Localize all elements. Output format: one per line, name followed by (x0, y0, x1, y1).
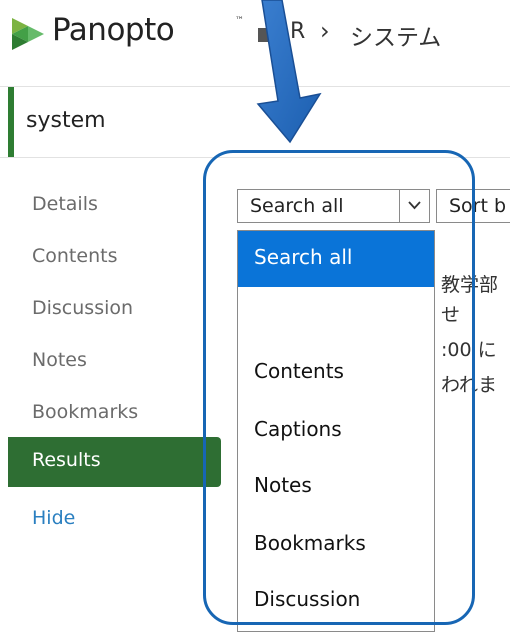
sidebar-item-label: Results (32, 449, 101, 471)
sidebar-item-contents[interactable]: Contents (32, 245, 117, 267)
sidebar-item-notes[interactable]: Notes (32, 349, 87, 371)
session-title: system (26, 108, 106, 133)
sidebar-item-discussion[interactable]: Discussion (32, 297, 133, 319)
title-accent-bar (8, 87, 14, 157)
annotation-highlight-box (203, 150, 475, 625)
sidebar-item-details[interactable]: Details (32, 193, 98, 215)
panopto-logo-icon (12, 18, 44, 50)
annotation-arrow-icon (256, 0, 322, 144)
hide-sidebar-link[interactable]: Hide (32, 507, 75, 529)
brand-name[interactable]: Panopto (52, 12, 175, 48)
breadcrumb-current[interactable]: システム (350, 18, 441, 52)
sidebar-item-results[interactable]: Results (8, 437, 221, 487)
sidebar-item-bookmarks[interactable]: Bookmarks (32, 401, 138, 423)
